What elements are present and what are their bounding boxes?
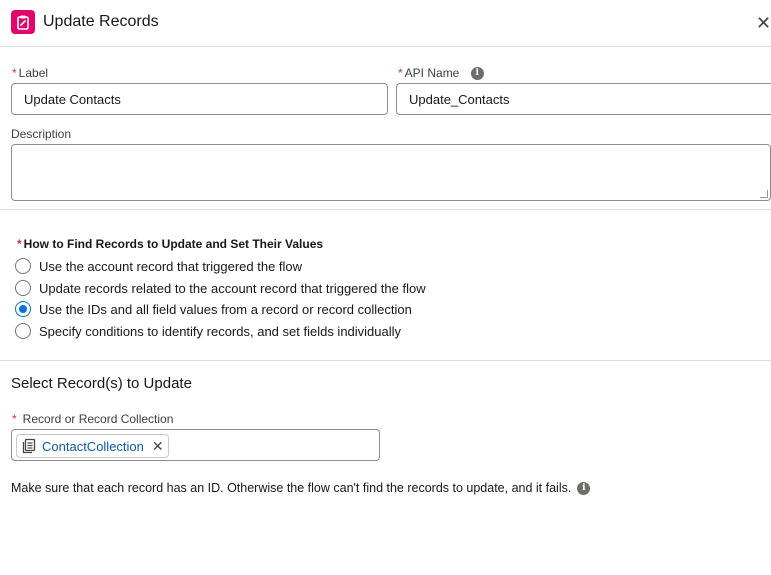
required-marker: * (12, 412, 17, 426)
description-field-label: Description (11, 127, 72, 141)
required-marker: * (17, 237, 22, 251)
api-name-input[interactable]: Update_Contacts (396, 83, 771, 115)
radio-button[interactable] (15, 323, 31, 339)
close-button[interactable]: ✕ (756, 14, 771, 32)
record-collection-input[interactable]: ContactCollection ✕ (11, 429, 380, 461)
section-divider (0, 360, 771, 361)
radio-option-related-records[interactable]: Update records related to the account re… (15, 279, 426, 297)
description-textarea[interactable] (11, 144, 771, 201)
select-records-title: Select Record(s) to Update (11, 375, 192, 392)
close-icon[interactable]: ✕ (756, 13, 771, 33)
radio-button[interactable] (15, 258, 31, 274)
find-records-question: * How to Find Records to Update and Set T… (17, 237, 324, 251)
radio-option-triggering-record[interactable]: Use the account record that triggered th… (15, 257, 302, 275)
remove-icon[interactable]: ✕ (152, 439, 164, 453)
section-divider (0, 209, 771, 210)
radio-option-specify-conditions[interactable]: Specify conditions to identify records, … (15, 322, 401, 340)
label-input[interactable]: Update Contacts (11, 83, 388, 115)
info-icon[interactable]: i (577, 481, 591, 495)
record-id-note: Make sure that each record has an ID. Ot… (11, 481, 591, 495)
selected-resource-pill[interactable]: ContactCollection ✕ (16, 434, 169, 458)
required-marker: * (12, 66, 17, 80)
record-collection-field-label: * Record or Record Collection (12, 412, 174, 426)
clipboard-edit-icon (11, 10, 35, 34)
label-field-label: * Label (12, 66, 49, 80)
collection-icon (20, 437, 38, 455)
resize-handle[interactable] (760, 190, 768, 198)
modal-title: Update Records (43, 13, 159, 30)
radio-button-selected[interactable] (15, 301, 31, 317)
required-marker: * (398, 66, 403, 80)
radio-button[interactable] (15, 280, 31, 296)
modal-header: Update Records ✕ (0, 0, 771, 47)
pill-label: ContactCollection (42, 438, 144, 454)
info-icon[interactable]: i (470, 67, 484, 81)
api-name-field-label: * API Name i (398, 66, 484, 81)
radio-option-record-collection[interactable]: Use the IDs and all field values from a … (15, 300, 412, 318)
